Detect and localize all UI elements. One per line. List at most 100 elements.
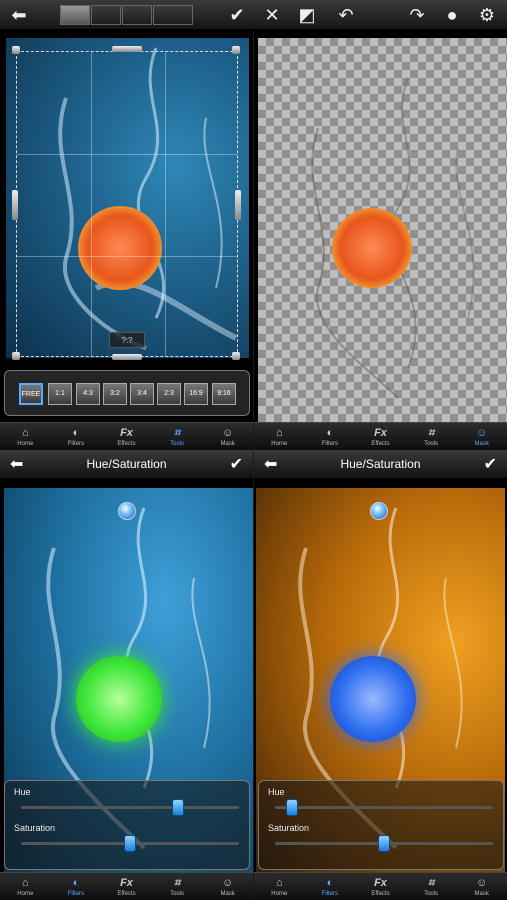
tab-effects[interactable]: Fx Effects xyxy=(101,423,152,450)
grid-line xyxy=(17,154,237,155)
mask-icon: ☺ xyxy=(222,876,234,889)
crop-handle-corner[interactable] xyxy=(12,46,20,54)
tab-label: Filters xyxy=(321,440,339,447)
home-icon: ⌂ xyxy=(275,426,283,439)
tab-label: Home xyxy=(271,440,288,447)
tab-home[interactable]: ⌂ Home xyxy=(254,423,305,450)
effect-handle-icon[interactable] xyxy=(118,502,136,520)
ratio-button-9-16[interactable]: 9:16 xyxy=(212,383,236,405)
tab-home[interactable]: ⌂ Home xyxy=(254,873,305,900)
saturation-label: Saturation xyxy=(268,823,310,833)
mask-icon: ☺ xyxy=(476,426,488,439)
tab-effects[interactable]: Fx Effects xyxy=(355,423,406,450)
hue-saturation-controls: Hue Saturation xyxy=(4,780,250,870)
tab-bar: ⌂ Home ◐ Filters Fx Effects ⌗ Tools ☺ Mask xyxy=(0,422,253,450)
hue-slider-knob[interactable] xyxy=(171,799,184,816)
crop-handle-top[interactable] xyxy=(112,46,142,52)
tab-home[interactable]: ⌂ Home xyxy=(0,873,51,900)
hue-saturation-controls: Hue Saturation xyxy=(258,780,504,870)
tab-tools[interactable]: ⌗ Tools xyxy=(152,873,203,900)
brush-dot-icon[interactable]: ● xyxy=(437,0,467,30)
crop-tool-icon: ⌗ xyxy=(427,426,435,439)
tab-tools[interactable]: ⌗ Tools xyxy=(152,423,203,450)
crop-tool-icon: ⌗ xyxy=(173,876,181,889)
tab-label: Home xyxy=(17,890,34,897)
ratio-button-3-4[interactable]: 3:4 xyxy=(130,383,154,405)
page-title: Hue/Saturation xyxy=(340,457,421,471)
crop-size-label: ?:? xyxy=(109,332,145,348)
back-arrow-icon[interactable]: ⬅ xyxy=(4,0,34,30)
page-title: Hue/Saturation xyxy=(86,457,167,471)
saturation-label: Saturation xyxy=(14,823,56,833)
tab-mask[interactable]: ☺ Mask xyxy=(456,423,507,450)
hue-label: Hue xyxy=(268,787,285,797)
tab-label: Effects xyxy=(371,890,390,897)
tab-filters[interactable]: ◐ Filters xyxy=(305,423,356,450)
tab-tools[interactable]: ⌗ Tools xyxy=(406,873,457,900)
checkmark-icon[interactable]: ✔ xyxy=(222,0,252,30)
crop-handle-left[interactable] xyxy=(12,190,18,220)
filters-icon: ◐ xyxy=(326,876,334,889)
crop-rotate-button[interactable] xyxy=(91,5,121,25)
fx-icon: Fx xyxy=(374,876,387,889)
tab-label: Tools xyxy=(170,440,185,447)
crop-free-button[interactable] xyxy=(60,5,90,25)
crop-handle-bottom[interactable] xyxy=(112,354,142,360)
ratio-button-3-2[interactable]: 3:2 xyxy=(103,383,127,405)
undo-icon[interactable]: ↶ xyxy=(331,0,361,30)
header-bar: ⬅ Hue/Saturation ✔ xyxy=(254,450,507,479)
effect-handle-icon[interactable] xyxy=(370,502,388,520)
tab-mask[interactable]: ☺ Mask xyxy=(202,423,253,450)
crop-frame-button[interactable] xyxy=(153,5,193,25)
crop-handle-corner[interactable] xyxy=(12,352,20,360)
ratio-button-free[interactable]: FREE xyxy=(19,383,43,405)
tab-mask[interactable]: ☺ Mask xyxy=(202,873,253,900)
fx-icon: Fx xyxy=(120,876,133,889)
crop-skew-button[interactable] xyxy=(122,5,152,25)
tab-label: Effects xyxy=(117,890,136,897)
tab-label: Mask xyxy=(474,440,489,447)
ratio-button-2-3[interactable]: 2:3 xyxy=(157,383,181,405)
tab-label: Mask xyxy=(474,890,489,897)
redo-icon[interactable]: ↷ xyxy=(402,0,432,30)
close-icon[interactable]: ✕ xyxy=(257,0,287,30)
fx-icon: Fx xyxy=(374,426,387,439)
crop-frame[interactable] xyxy=(16,51,238,357)
tab-filters[interactable]: ◐ Filters xyxy=(51,873,102,900)
tab-label: Mask xyxy=(220,890,235,897)
crop-handle-corner[interactable] xyxy=(232,46,240,54)
ratio-button-4-3[interactable]: 4:3 xyxy=(76,383,100,405)
tab-filters[interactable]: ◐ Filters xyxy=(51,423,102,450)
checkmark-icon[interactable]: ✔ xyxy=(484,450,497,479)
hue-slider-knob[interactable] xyxy=(286,799,299,816)
mask-contrast-icon[interactable]: ◩ xyxy=(292,0,322,30)
masked-canvas[interactable] xyxy=(258,38,507,422)
tab-bar: ⌂ Home ◐ Filters Fx Effects ⌗ Tools ☺ Mask xyxy=(0,872,253,900)
tab-mask[interactable]: ☺ Mask xyxy=(456,873,507,900)
tab-effects[interactable]: Fx Effects xyxy=(101,873,152,900)
tab-label: Tools xyxy=(170,890,185,897)
filters-icon: ◐ xyxy=(72,426,80,439)
tab-effects[interactable]: Fx Effects xyxy=(355,873,406,900)
tab-label: Home xyxy=(271,890,288,897)
ratio-button-1-1[interactable]: 1:1 xyxy=(48,383,72,405)
ratio-button-16-9[interactable]: 16:9 xyxy=(184,383,208,405)
tab-filters[interactable]: ◐ Filters xyxy=(305,873,356,900)
crop-handle-right[interactable] xyxy=(235,190,241,220)
crop-handle-corner[interactable] xyxy=(232,352,240,360)
tab-tools[interactable]: ⌗ Tools xyxy=(406,423,457,450)
gear-icon[interactable]: ⚙ xyxy=(472,0,502,30)
top-toolbar: ⬅ ✔ ✕ ◩ ↶ ↷ ● ⚙ xyxy=(0,0,507,30)
aspect-ratio-bar: FREE 1:1 4:3 3:2 3:4 2:3 16:9 9:16 xyxy=(4,370,250,416)
tab-label: Effects xyxy=(371,440,390,447)
checkmark-icon[interactable]: ✔ xyxy=(230,450,243,479)
saturation-slider-knob[interactable] xyxy=(124,835,136,852)
hue-slider-track[interactable] xyxy=(21,806,239,809)
hue-slider-track[interactable] xyxy=(275,806,493,809)
filters-icon: ◐ xyxy=(326,426,334,439)
tab-home[interactable]: ⌂ Home xyxy=(0,423,51,450)
crop-panel: ?:? FREE 1:1 4:3 3:2 3:4 2:3 16:9 9:16 ⌂… xyxy=(0,0,253,450)
header-bar: ⬅ Hue/Saturation ✔ xyxy=(0,450,253,479)
saturation-slider-knob[interactable] xyxy=(378,835,390,852)
crop-tool-icon: ⌗ xyxy=(173,426,181,439)
